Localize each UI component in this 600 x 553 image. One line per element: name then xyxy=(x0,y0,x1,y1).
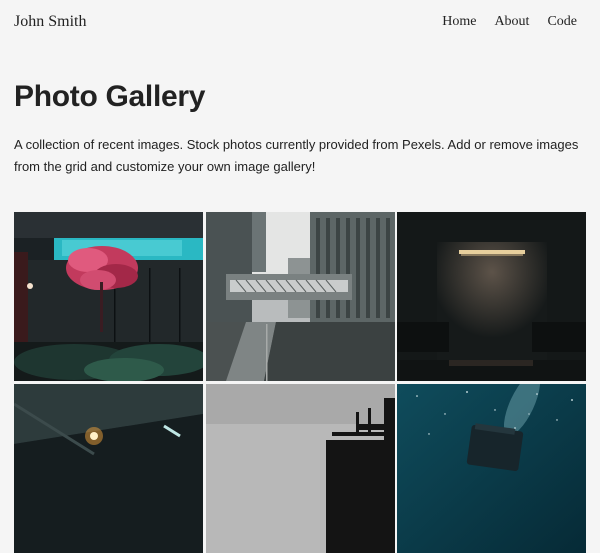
photo-starry-sky[interactable] xyxy=(397,383,586,553)
brand-link[interactable]: John Smith xyxy=(14,13,86,31)
nav-about-link[interactable]: About xyxy=(494,14,529,30)
photo-starry-sky-image xyxy=(397,383,586,553)
page-description: A collection of recent images. Stock pho… xyxy=(14,137,579,174)
top-nav: John Smith Home About Code xyxy=(0,0,600,46)
photo-grey-building[interactable] xyxy=(205,383,395,553)
photo-neon-storefront-image xyxy=(14,212,203,381)
nav-home-link[interactable]: Home xyxy=(442,14,476,30)
photo-grid xyxy=(14,212,586,553)
photo-city-skybridge-image xyxy=(205,212,395,381)
page-title: Photo Gallery xyxy=(14,80,206,113)
photo-city-skybridge[interactable] xyxy=(205,212,395,381)
photo-dark-ceiling-lights-image xyxy=(14,383,203,553)
photo-dark-ceiling-lights[interactable] xyxy=(14,383,203,553)
photo-neon-storefront[interactable] xyxy=(14,212,203,381)
photo-dark-wall-lamp[interactable] xyxy=(397,212,586,381)
nav-links: Home About Code xyxy=(442,14,577,30)
photo-grey-building-image xyxy=(205,383,395,553)
nav-code-link[interactable]: Code xyxy=(547,14,577,30)
photo-dark-wall-lamp-image xyxy=(397,212,586,381)
